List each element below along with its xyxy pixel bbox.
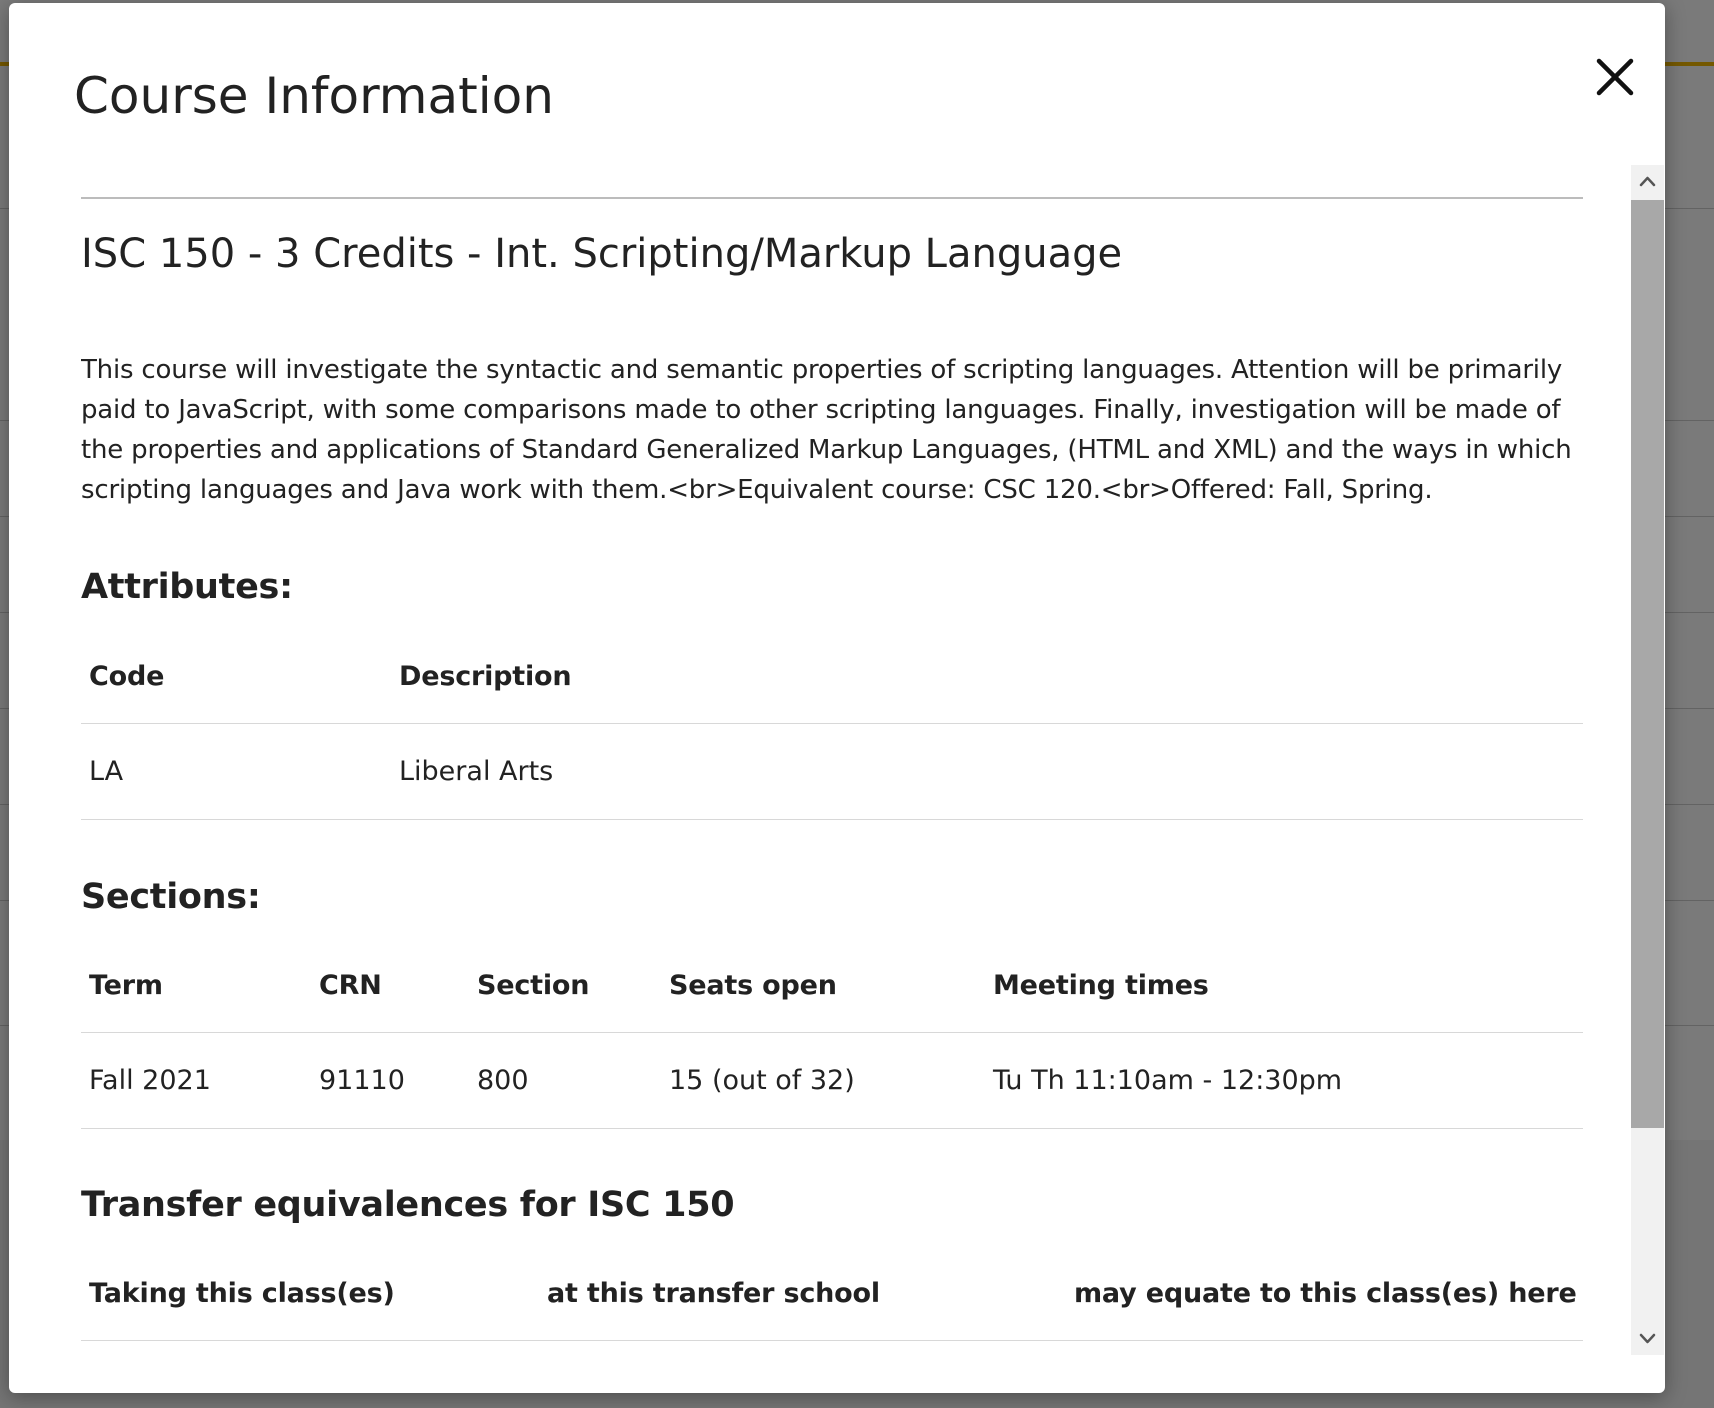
chevron-down-icon bbox=[1639, 1333, 1656, 1344]
column-header-crn: CRN bbox=[319, 970, 382, 1001]
column-header-equivalent-class: may equate to this class(es) here bbox=[1074, 1278, 1577, 1309]
course-heading: ISC 150 - 3 Credits - Int. Scripting/Mar… bbox=[81, 231, 1123, 277]
course-description: This course will investigate the syntact… bbox=[81, 355, 1572, 505]
table-row: LA Liberal Arts bbox=[81, 724, 1583, 820]
section-meeting-times: Tu Th 11:10am - 12:30pm bbox=[993, 1065, 1343, 1096]
scrollbar-thumb[interactable] bbox=[1631, 200, 1664, 1128]
section-crn: 91110 bbox=[319, 1065, 405, 1096]
column-header-transfer-school: at this transfer school bbox=[547, 1278, 880, 1309]
transfer-table-header: Taking this class(es) at this transfer s… bbox=[81, 1244, 1583, 1341]
table-row: Fall 2021 91110 800 15 (out of 32) Tu Th… bbox=[81, 1033, 1583, 1129]
chevron-up-icon bbox=[1639, 176, 1656, 187]
column-header-description: Description bbox=[399, 661, 572, 692]
attributes-table: Code Description LA Liberal Arts bbox=[81, 627, 1583, 820]
column-header-section: Section bbox=[477, 970, 590, 1001]
close-icon bbox=[1596, 58, 1634, 96]
section-term: Fall 2021 bbox=[89, 1065, 211, 1096]
sections-heading: Sections: bbox=[81, 877, 261, 917]
transfer-heading: Transfer equivalences for ISC 150 bbox=[81, 1185, 735, 1225]
attribute-code: LA bbox=[89, 756, 124, 787]
column-header-meeting-times: Meeting times bbox=[993, 970, 1209, 1001]
scroll-down-button[interactable] bbox=[1631, 1322, 1664, 1355]
section-seats-open: 15 (out of 32) bbox=[669, 1065, 855, 1096]
modal-title: Course Information bbox=[74, 67, 554, 125]
section-number: 800 bbox=[477, 1065, 529, 1096]
column-header-term: Term bbox=[89, 970, 163, 1001]
column-header-taking-class: Taking this class(es) bbox=[89, 1278, 395, 1309]
scroll-up-button[interactable] bbox=[1631, 165, 1664, 198]
attributes-heading: Attributes: bbox=[81, 567, 293, 607]
course-information-modal: Course Information ISC 150 - 3 Credits -… bbox=[9, 3, 1665, 1393]
sections-table-header: Term CRN Section Seats open Meeting time… bbox=[81, 936, 1583, 1033]
modal-scrollbar[interactable] bbox=[1631, 165, 1664, 1355]
column-header-seats-open: Seats open bbox=[669, 970, 837, 1001]
column-header-code: Code bbox=[89, 661, 165, 692]
sections-table: Term CRN Section Seats open Meeting time… bbox=[81, 936, 1583, 1129]
modal-scroll-content[interactable]: ISC 150 - 3 Credits - Int. Scripting/Mar… bbox=[81, 165, 1591, 1355]
attributes-table-header: Code Description bbox=[81, 627, 1583, 724]
close-button[interactable] bbox=[1589, 51, 1641, 103]
transfer-table: Taking this class(es) at this transfer s… bbox=[81, 1244, 1583, 1341]
divider bbox=[81, 197, 1583, 199]
attribute-description: Liberal Arts bbox=[399, 756, 554, 787]
